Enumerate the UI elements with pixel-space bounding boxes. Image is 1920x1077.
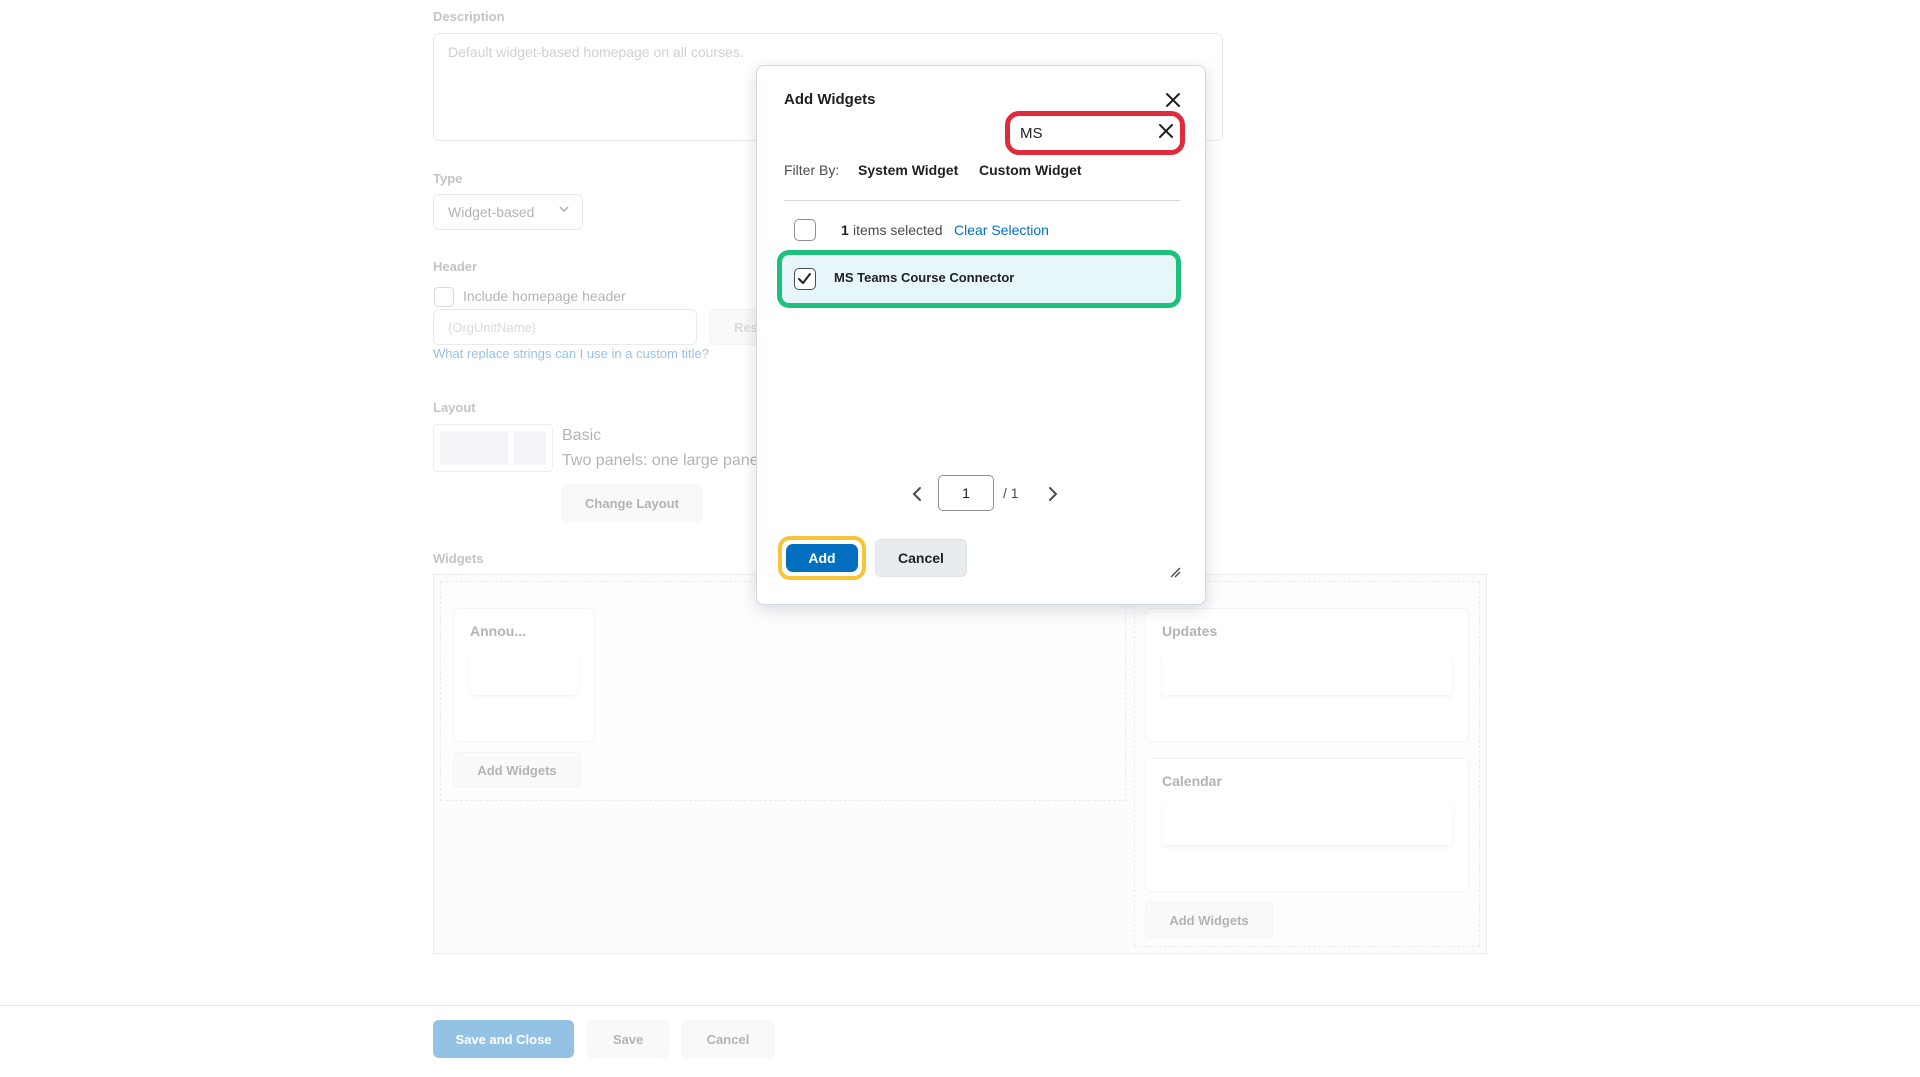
small-panel: Updates Calendar Add Widgets xyxy=(1134,581,1480,947)
widget-card-calendar[interactable]: Calendar xyxy=(1145,758,1469,892)
add-widgets-left-button[interactable]: Add Widgets xyxy=(453,752,581,788)
add-widgets-right-button[interactable]: Add Widgets xyxy=(1145,902,1273,938)
cancel-footer-button[interactable]: Cancel xyxy=(682,1020,774,1058)
selected-count: 1 xyxy=(841,222,849,238)
filter-system-widget[interactable]: System Widget xyxy=(858,162,958,178)
large-panel: Annou... Add Widgets xyxy=(440,581,1126,801)
replace-strings-link[interactable]: What replace strings can I use in a cust… xyxy=(433,346,709,361)
reset-label: Res xyxy=(734,319,758,335)
layout-name: Basic xyxy=(562,427,602,444)
type-value: Widget-based xyxy=(448,204,535,220)
add-button-highlight: Add xyxy=(778,536,866,580)
widget-list-item[interactable]: MS Teams Course Connector xyxy=(777,250,1181,308)
search-highlight xyxy=(1005,111,1188,155)
clear-selection-link[interactable]: Clear Selection xyxy=(954,222,1049,238)
dialog-title: Add Widgets xyxy=(784,91,876,108)
layout-thumbnail xyxy=(433,424,553,472)
title-placeholder: {OrgUnitName} xyxy=(448,320,537,335)
widget-announcements-title: Annou... xyxy=(470,623,526,639)
resize-handle-icon[interactable] xyxy=(1169,566,1181,578)
page-number-input[interactable]: 1 xyxy=(938,475,994,511)
widget-card-announcements[interactable]: Annou... xyxy=(453,608,595,742)
save-button[interactable]: Save xyxy=(587,1020,669,1058)
include-header-label: Include homepage header xyxy=(463,288,626,304)
checkmark-icon xyxy=(798,273,811,284)
footer-bar: Save and Close Save Cancel xyxy=(0,1005,1920,1077)
filter-custom-widget[interactable]: Custom Widget xyxy=(979,162,1082,178)
description-placeholder: Default widget-based homepage on all cou… xyxy=(448,44,744,60)
cancel-button[interactable]: Cancel xyxy=(875,539,967,577)
chevron-down-icon xyxy=(559,206,569,213)
description-label: Description xyxy=(433,9,505,24)
selected-text: items selected xyxy=(853,222,943,238)
title-input[interactable]: {OrgUnitName} xyxy=(433,309,697,345)
widgets-area: Annou... Add Widgets Updates Calendar Ad… xyxy=(433,574,1487,954)
widget-card-updates[interactable]: Updates xyxy=(1145,608,1469,742)
change-layout-button[interactable]: Change Layout xyxy=(562,484,702,522)
selection-summary: 1 items selected Clear Selection xyxy=(784,216,1180,246)
item-checkbox[interactable] xyxy=(794,268,816,290)
add-button[interactable]: Add xyxy=(786,544,858,572)
clear-search-icon[interactable] xyxy=(1158,123,1174,139)
header-label: Header xyxy=(433,259,478,274)
widget-calendar-title: Calendar xyxy=(1162,773,1222,789)
add-widgets-dialog: Add Widgets Filter By: System Widget Cus… xyxy=(756,65,1206,605)
select-all-checkbox[interactable] xyxy=(794,219,816,241)
type-select[interactable]: Widget-based xyxy=(433,194,583,230)
type-label: Type xyxy=(433,171,463,186)
layout-label: Layout xyxy=(433,400,476,415)
page-total: / 1 xyxy=(1003,485,1019,501)
filter-by-label: Filter By: xyxy=(784,162,840,178)
layout-description: Two panels: one large panel xyxy=(562,452,763,469)
pagination: 1 / 1 xyxy=(757,475,1207,515)
widget-updates-title: Updates xyxy=(1162,623,1218,639)
item-name: MS Teams Course Connector xyxy=(834,270,1015,285)
close-icon[interactable] xyxy=(1163,90,1183,110)
divider xyxy=(784,200,1180,201)
widgets-label: Widgets xyxy=(433,551,484,566)
include-header-checkbox[interactable] xyxy=(434,287,454,307)
chevron-right-icon[interactable] xyxy=(1043,485,1061,503)
save-and-close-button[interactable]: Save and Close xyxy=(433,1020,574,1058)
chevron-left-icon[interactable] xyxy=(909,485,927,503)
